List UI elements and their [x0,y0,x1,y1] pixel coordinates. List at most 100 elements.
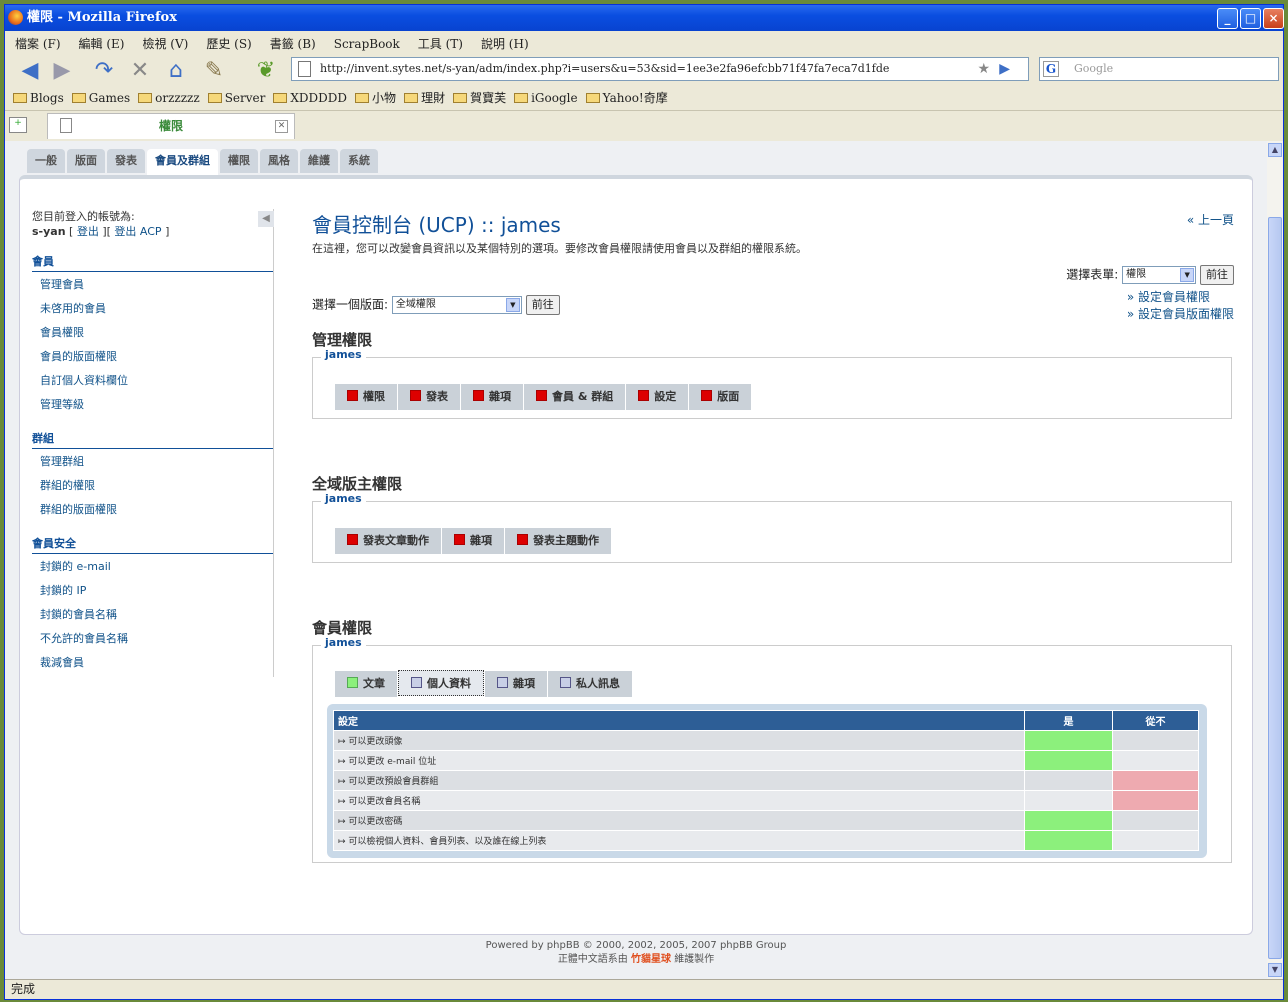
scroll-thumb[interactable] [1268,217,1282,959]
set-user-perm-link[interactable]: » 設定會員權限 [1127,289,1234,306]
menu-item-0[interactable]: 檔案 (F) [5,31,69,52]
sidebar-item[interactable]: 自訂個人資料欄位 [32,368,273,392]
logout-acp-link[interactable]: 登出 ACP [114,225,161,238]
sidebar-item[interactable]: 封鎖的 IP [32,578,273,602]
sidebar-item[interactable]: 會員權限 [32,320,273,344]
acp-tab-4[interactable]: 權限 [220,149,258,173]
never-cell[interactable] [1112,750,1199,771]
sidebar-item[interactable]: 會員的版面權限 [32,344,273,368]
maximize-button[interactable]: □ [1240,8,1261,29]
sidebar-item[interactable]: 封鎖的會員名稱 [32,602,273,626]
sidebar-item[interactable]: 未啓用的會員 [32,296,273,320]
url-bar[interactable]: http://invent.sytes.net/s-yan/adm/index.… [291,57,1029,81]
yes-cell[interactable] [1024,810,1113,831]
yes-cell[interactable] [1024,790,1113,811]
arrow-icon: ↦ [338,797,349,807]
yes-cell[interactable] [1024,750,1113,771]
sidebar-item[interactable]: 管理等級 [32,392,273,416]
sidebar-item[interactable]: 管理會員 [32,272,273,296]
never-cell[interactable] [1112,730,1199,751]
never-cell[interactable] [1112,770,1199,791]
permission-tab[interactable]: 發表文章動作 [335,528,441,554]
permission-tab[interactable]: 文章 [335,671,397,697]
back-link[interactable]: « 上一頁 [1187,211,1234,228]
permission-tab[interactable]: 會員 & 群組 [524,384,626,410]
menu-item-5[interactable]: ScrapBook [324,33,408,51]
acp-tab-0[interactable]: 一般 [27,149,65,173]
new-tab-icon[interactable]: + [9,117,27,133]
yes-cell[interactable] [1024,730,1113,751]
permission-tab[interactable]: 個人資料 [398,670,484,696]
stop-icon[interactable]: ✕ [127,59,153,83]
scrapbook-icon[interactable]: ✎ [201,59,227,83]
select-form-dropdown[interactable]: 權限 ▼ [1122,266,1197,284]
bookmark-item-8[interactable]: iGoogle [514,89,578,107]
permission-tab[interactable]: 雜項 [485,671,547,697]
sidebar-item[interactable]: 不允許的會員名稱 [32,626,273,650]
bookmark-item-3[interactable]: Server [207,89,265,107]
vertical-scrollbar[interactable]: ▲ ▼ [1267,141,1283,979]
permission-tab[interactable]: 私人訊息 [548,671,632,697]
select-forum-dropdown[interactable]: 全域權限 ▼ [391,296,522,314]
bookmark-item-7[interactable]: 賀寶芙 [453,89,506,107]
menu-item-4[interactable]: 書籤 (B) [260,31,324,52]
home-icon[interactable]: ⌂ [163,59,189,83]
acp-tab-1[interactable]: 版面 [67,149,105,173]
bookmark-item-1[interactable]: Games [71,89,130,107]
scroll-up-icon[interactable]: ▲ [1268,143,1282,157]
bookmark-item-2[interactable]: orzzzzz [138,89,200,107]
close-tab-icon[interactable]: ✕ [275,120,288,133]
google-icon[interactable]: G [1043,61,1059,77]
bookmark-item-5[interactable]: 小物 [355,89,396,107]
acp-tab-2[interactable]: 發表 [107,149,145,173]
go-form-button[interactable]: 前往 [1200,265,1234,285]
scroll-down-icon[interactable]: ▼ [1268,963,1282,977]
browser-tab[interactable]: 權限 ✕ [47,113,295,139]
permission-tab[interactable]: 設定 [626,384,689,410]
select-form-value: 權限 [1126,269,1147,280]
back-arrow-icon[interactable]: ◀ [17,59,43,83]
never-cell[interactable] [1112,810,1199,831]
permission-tab[interactable]: 雜項 [461,384,523,410]
acp-tab-6[interactable]: 維護 [300,149,338,173]
permission-tab[interactable]: 發表 [398,384,460,410]
permission-tab[interactable]: 雜項 [442,528,504,554]
sidebar-item[interactable]: 群組的權限 [32,473,273,497]
sidebar-item[interactable]: 管理群組 [32,449,273,473]
forward-arrow-icon[interactable]: ▶ [49,59,75,83]
sidebar-item[interactable]: 群組的版面權限 [32,497,273,521]
reload-icon[interactable]: ↷ [91,59,117,83]
menu-item-2[interactable]: 檢視 (V) [132,31,196,52]
never-cell[interactable] [1112,830,1199,851]
set-user-forum-perm-link[interactable]: » 設定會員版面權限 [1127,306,1234,323]
bookmark-item-4[interactable]: XDDDDD [273,89,347,107]
bookmark-star-icon[interactable]: ★ [977,58,990,80]
never-cell[interactable] [1112,790,1199,811]
go-arrow-icon[interactable]: ▶ [999,58,1010,80]
yes-cell[interactable] [1024,770,1113,791]
bookmark-item-0[interactable]: Blogs [13,89,64,107]
menu-item-1[interactable]: 編輯 (E) [69,31,133,52]
close-window-button[interactable]: × [1263,8,1284,29]
go-forum-button[interactable]: 前往 [525,295,560,315]
bookmark-item-6[interactable]: 理財 [404,89,445,107]
menu-item-3[interactable]: 歷史 (S) [196,31,259,52]
sidebar-item[interactable]: 封鎖的 e-mail [32,554,273,578]
minimize-button[interactable]: _ [1217,8,1238,29]
permission-tab[interactable]: 權限 [335,384,397,410]
footer-tw-link[interactable]: 竹貓星球 [631,954,671,965]
menu-item-6[interactable]: 工具 (T) [408,31,471,52]
yes-cell[interactable] [1024,830,1113,851]
collapse-sidebar-icon[interactable]: ◀ [258,211,274,227]
permission-tab[interactable]: 版面 [689,384,752,410]
permission-tab[interactable]: 發表主題動作 [505,528,611,554]
bookmark-item-9[interactable]: Yahoo!奇摩 [585,89,668,107]
acp-tab-3[interactable]: 會員及群組 [147,149,218,177]
sidebar-item[interactable]: 裁減會員 [32,650,273,674]
logout-link[interactable]: 登出 [77,225,99,238]
acp-tab-7[interactable]: 系統 [340,149,378,173]
acp-tab-5[interactable]: 風格 [260,149,298,173]
search-input[interactable]: G Google [1039,57,1279,81]
menu-item-7[interactable]: 說明 (H) [471,31,537,52]
leaf-icon[interactable]: ❦ [253,59,279,83]
